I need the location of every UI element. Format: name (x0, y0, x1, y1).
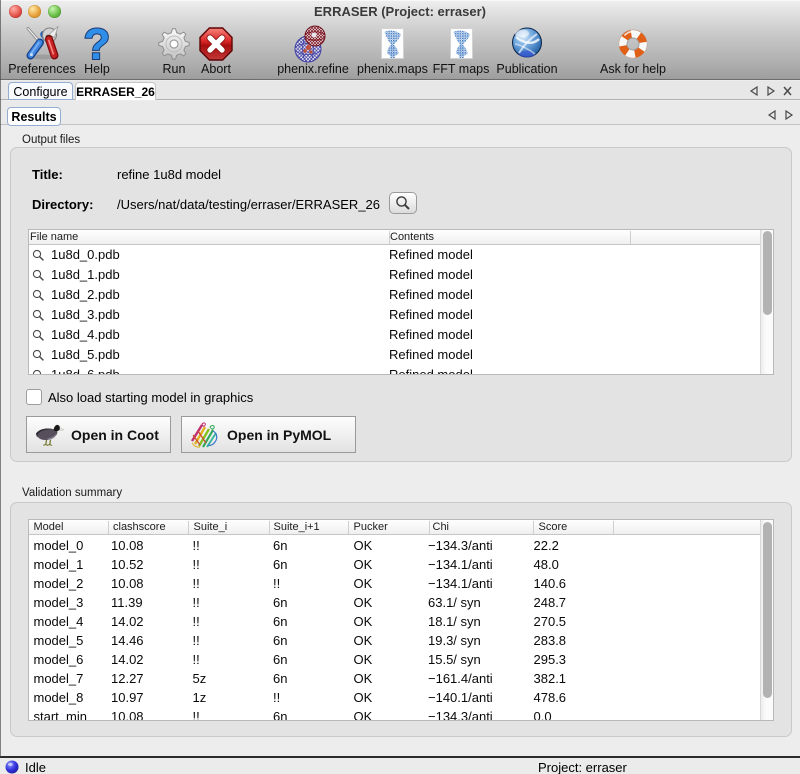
svg-text:?: ? (84, 26, 111, 61)
